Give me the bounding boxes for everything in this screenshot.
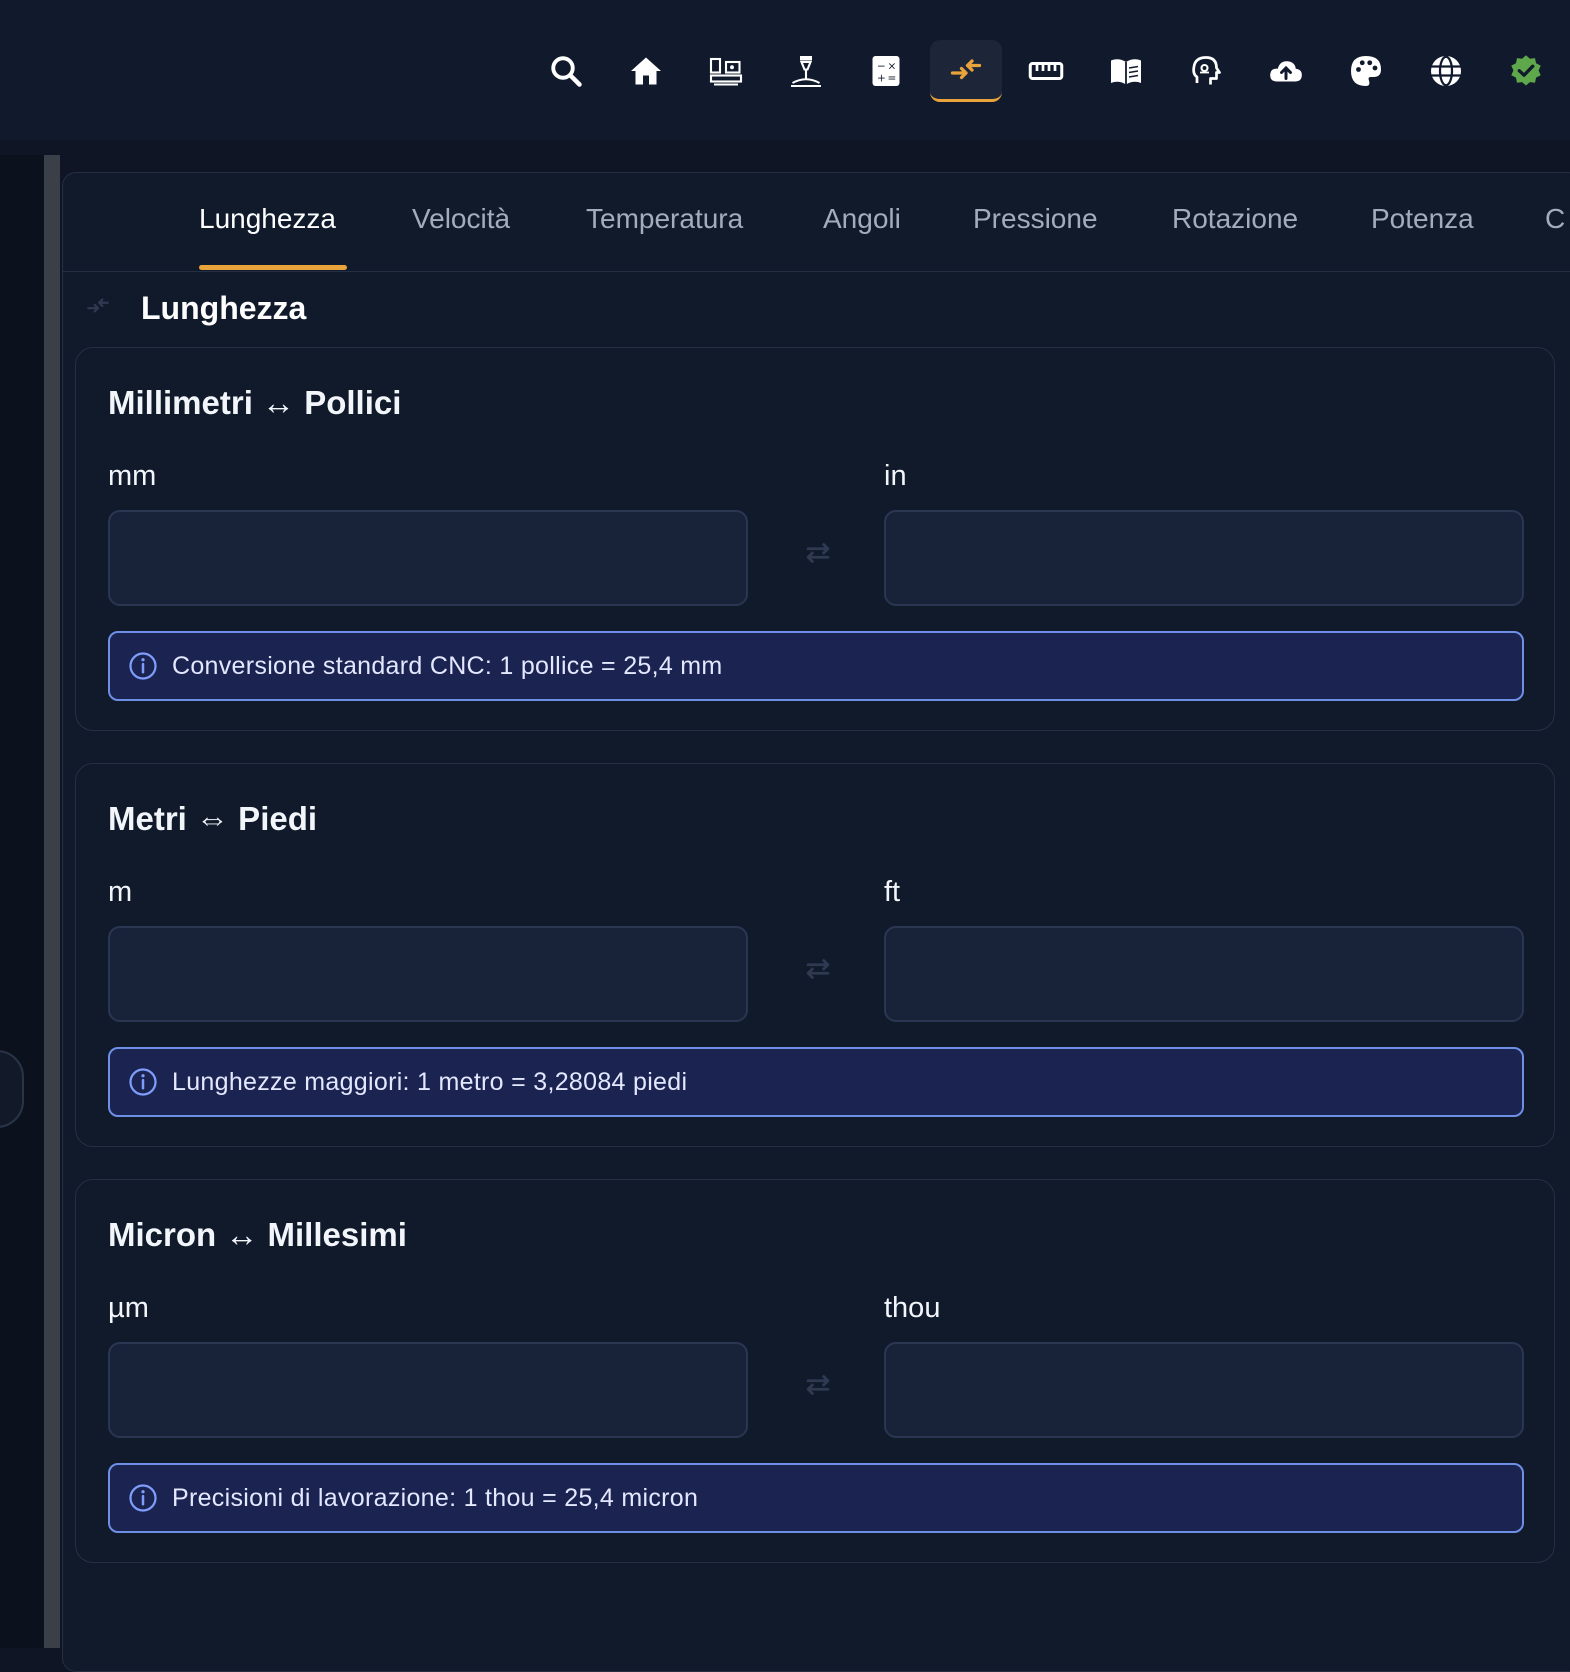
info-text: Lunghezze maggiori: 1 metro = 3,28084 pi… [172,1067,688,1096]
tab-pressione[interactable]: Pressione [973,203,1098,235]
convert-icon[interactable] [930,40,1002,102]
converter-card-m-ft: Metri ⇔ Piedi m ft Lunghezze maggiori: 1… [75,763,1555,1147]
convert-icon [85,293,111,324]
globe-icon[interactable] [1410,40,1482,102]
info-note: Conversione standard CNC: 1 pollice = 25… [108,631,1524,701]
um-input[interactable] [108,1342,748,1438]
svg-text:−: − [877,61,886,73]
field-label: in [884,460,907,492]
card-title: Micron ↔ Millesimi [108,1216,407,1253]
info-note: Precisioni di lavorazione: 1 thou = 25,4… [108,1463,1524,1533]
mm-input[interactable] [108,510,748,606]
info-icon [128,1067,158,1097]
search-icon[interactable] [530,40,602,102]
unit-tabs: Lunghezza Velocità Temperatura Angoli Pr… [63,173,1570,272]
section-header: Lunghezza [85,283,306,333]
m-input[interactable] [108,926,748,1022]
left-sidebar-edge [0,155,44,1648]
svg-text:×: × [888,61,897,73]
ruler-icon[interactable] [1010,40,1082,102]
home-icon[interactable] [610,40,682,102]
svg-text:+: + [877,73,886,85]
field-label: ft [884,876,901,908]
in-input[interactable] [884,510,1524,606]
swap-icon[interactable] [801,536,835,575]
svg-text:=: = [888,73,897,85]
info-icon [128,1483,158,1513]
card-title: Metri ⇔ Piedi [108,800,318,837]
nav-icon-bar: − × + = [530,36,1570,106]
info-text: Precisioni di lavorazione: 1 thou = 25,4… [172,1483,699,1512]
tab-temperatura[interactable]: Temperatura [586,203,743,235]
info-note: Lunghezze maggiori: 1 metro = 3,28084 pi… [108,1047,1524,1117]
verified-badge-icon[interactable] [1490,40,1562,102]
top-navbar: − × + = [0,0,1570,140]
book-icon[interactable] [1090,40,1162,102]
palette-icon[interactable] [1330,40,1402,102]
active-tab-indicator [199,265,347,270]
converter-panel: Lunghezza Velocità Temperatura Angoli Pr… [62,172,1570,1672]
converter-card-um-thou: Micron ↔ Millesimi µm thou Precisioni di… [75,1179,1555,1563]
cloud-upload-icon[interactable] [1250,40,1322,102]
page-title: Lunghezza [141,289,307,326]
swap-icon[interactable] [801,1368,835,1407]
tab-angoli[interactable]: Angoli [823,203,901,235]
swap-icon[interactable] [801,952,835,991]
thou-input[interactable] [884,1342,1524,1438]
ft-input[interactable] [884,926,1524,1022]
calculator-icon[interactable]: − × + = [850,40,922,102]
card-title: Millimetri ↔ Pollici [108,384,402,421]
info-icon [128,651,158,681]
tab-potenza[interactable]: Potenza [1371,203,1474,235]
tab-velocita[interactable]: Velocità [412,203,510,235]
left-sidebar-scrollbar[interactable] [44,155,60,1648]
laser-icon[interactable] [770,40,842,102]
tab-rotazione[interactable]: Rotazione [1172,203,1298,235]
field-label: mm [108,460,157,492]
field-label: µm [108,1292,149,1324]
field-label: m [108,876,133,908]
info-text: Conversione standard CNC: 1 pollice = 25… [172,651,723,680]
cnc-machine-icon[interactable] [690,40,762,102]
converter-card-mm-in: Millimetri ↔ Pollici mm in Conversione s… [75,347,1555,731]
tab-overflow[interactable]: C [1545,203,1565,235]
ai-head-icon[interactable] [1170,40,1242,102]
tab-lunghezza[interactable]: Lunghezza [199,203,336,235]
field-label: thou [884,1292,941,1324]
